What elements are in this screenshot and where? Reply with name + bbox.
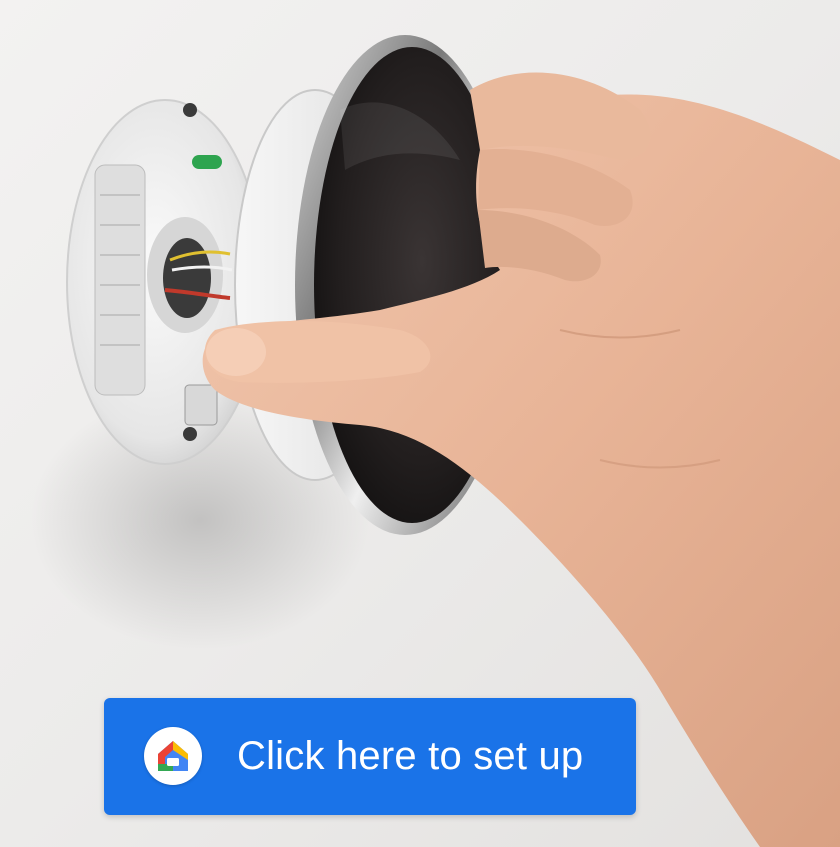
thermostat-base-plate: [66, 99, 264, 465]
google-home-icon: [144, 727, 202, 785]
setup-button-label: Click here to set up: [237, 734, 584, 778]
setup-button[interactable]: Click here to set up: [104, 698, 636, 815]
product-image-stage: Click here to set up: [0, 0, 840, 847]
